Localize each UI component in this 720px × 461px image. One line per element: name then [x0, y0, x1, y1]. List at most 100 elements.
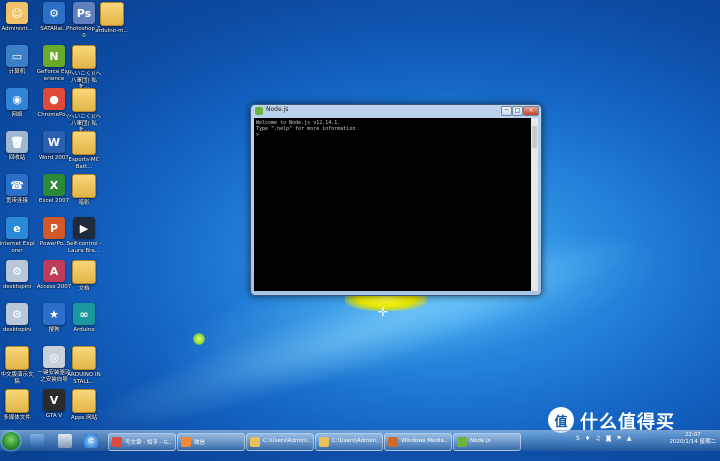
- desktop-icon-glyph: ∞: [73, 303, 95, 325]
- desktop-icon-label: 中文版演示文稿: [0, 372, 34, 385]
- desktop-icon[interactable]: 中文版演示文稿: [0, 346, 35, 385]
- desktop-shortcut-icon[interactable]: [30, 434, 44, 448]
- desktop-icon-label: 文档: [78, 286, 90, 292]
- desktop-icon-glyph: [100, 2, 124, 26]
- desktop-icon-label: Internet Explorer: [0, 241, 35, 254]
- desktop-icon[interactable]: e Internet Explorer: [0, 217, 35, 254]
- desktop-icon-label: arduino-m...: [95, 28, 129, 34]
- desktop-icon-glyph: [72, 88, 96, 112]
- taskbar-app-icon: [250, 437, 260, 447]
- console-output[interactable]: Welcome to Node.js v12.14.1. Type ".help…: [254, 118, 531, 291]
- desktop-icon-glyph: [5, 346, 29, 370]
- desktop-icon-glyph: V: [43, 389, 65, 411]
- desktop-icon-glyph: W: [43, 131, 65, 153]
- desktop-icon-glyph: ☎: [6, 174, 28, 196]
- desktop-icon[interactable]: Apps 网站: [66, 389, 102, 422]
- taskbar-button-label: 微信: [194, 440, 206, 446]
- nodejs-icon: [255, 107, 263, 115]
- desktop-icon-label: desktopini: [2, 284, 32, 290]
- desktop-icon-glyph: X: [43, 174, 65, 196]
- desktop-icon[interactable]: ◉ 网络: [0, 88, 35, 119]
- desktop-icon-glyph: ☺: [6, 2, 28, 24]
- desktop-icon[interactable]: 🗑 回收站: [0, 131, 35, 162]
- tray-icon[interactable]: ⚑: [616, 435, 621, 442]
- desktop-icon[interactable]: ▶ Self-control - Laura Bra...: [66, 217, 102, 254]
- minimize-button[interactable]: ─: [501, 106, 512, 116]
- clock[interactable]: 22:07 2020/1/14 星期二: [670, 432, 716, 446]
- desktop-icon-label: Apps 网站: [70, 415, 98, 421]
- taskbar-button[interactable]: Node.js: [453, 433, 521, 451]
- console-prompt: >: [256, 132, 260, 138]
- desktop-icon-glyph: 🗑: [6, 131, 28, 153]
- taskbar-button-label: C:\Users\Admini...: [332, 438, 379, 444]
- desktop-icon-glyph: ⚙: [6, 303, 28, 325]
- window-titlebar[interactable]: Node.js ─ □ ×: [251, 105, 541, 117]
- taskbar-button-label: Windows Media...: [401, 438, 448, 444]
- tray-icon[interactable]: ◙: [606, 435, 612, 442]
- desktop-icon-glyph: P: [43, 217, 65, 239]
- desktop-icon-glyph: [72, 45, 96, 69]
- taskbar-button[interactable]: Windows Media...: [384, 433, 452, 451]
- desktop-icon[interactable]: ARDUINO INSTALL...: [66, 346, 102, 385]
- internet-explorer-icon[interactable]: e: [84, 434, 98, 448]
- desktop-icon-glyph: ◉: [6, 88, 28, 110]
- desktop-icon-glyph: [72, 389, 96, 413]
- desktop-icon-label: Self-control - Laura Bra...: [66, 241, 102, 254]
- desktop-icon-glyph: ★: [43, 303, 65, 325]
- desktop-icon-glyph: [72, 260, 96, 284]
- desktop-icon[interactable]: ☎ 宽带连接: [0, 174, 35, 205]
- desktop-icon-glyph: [72, 346, 96, 370]
- desktop-icon[interactable]: ☺ Administr...: [0, 2, 35, 33]
- desktop-icon-glyph: [72, 174, 96, 198]
- computer-shortcut-icon[interactable]: [58, 434, 72, 448]
- vertical-scrollbar[interactable]: [531, 118, 538, 291]
- window-title: Node.js: [266, 106, 289, 113]
- scrollbar-thumb[interactable]: [532, 126, 537, 148]
- taskbar-button[interactable]: C:\Users\Admini...: [315, 433, 383, 451]
- maximize-button[interactable]: □: [512, 106, 523, 116]
- taskbar-app-icon: [181, 437, 191, 447]
- desktop-icon[interactable]: (へいこく)(へ八軍団) 私を...: [66, 88, 102, 134]
- desktop-icon-label: Esports-MC Batt...: [68, 157, 100, 170]
- nodejs-window[interactable]: Node.js ─ □ × Welcome to Node.js v12.14.…: [250, 104, 542, 296]
- clock-time: 22:07: [684, 432, 701, 438]
- desktop-icon-glyph: ▶: [73, 217, 95, 239]
- desktop-icon[interactable]: arduino-m...: [94, 2, 130, 35]
- taskbar-button[interactable]: C:\Users\Admini...: [246, 433, 314, 451]
- desktop-icon-glyph: Ps: [73, 2, 95, 24]
- taskbar-button-label: C:\Users\Admini...: [263, 438, 310, 444]
- taskbar: e 写文章 - 知乎 - G... 微信 C:\Users\Admini... C:\…: [0, 430, 720, 451]
- desktop-icon[interactable]: 多媒体文件: [0, 389, 35, 422]
- desktop-icon-glyph: A: [43, 260, 65, 282]
- tray-icon[interactable]: ♫: [595, 435, 600, 442]
- desktop-icon[interactable]: (へいこく)(へ八軍団) 私を...: [66, 45, 102, 91]
- tray-icon[interactable]: ♦: [585, 435, 590, 442]
- desktop-icon[interactable]: ⚙ desktopini: [0, 303, 35, 334]
- desktop-icon-glyph: [72, 131, 96, 155]
- desktop-icon[interactable]: ⚙ desktopini: [0, 260, 35, 291]
- desktop-icon[interactable]: ▭ 计算机: [0, 45, 35, 76]
- desktop-icon-glyph: ⚙: [6, 260, 28, 282]
- desktop-icon-label: 计算机: [8, 69, 26, 75]
- desktop-icon[interactable]: Esports-MC Batt...: [66, 131, 102, 170]
- desktop-icon-label: Arduino: [73, 327, 95, 333]
- taskbar-button-label: 写文章 - 知乎 - G...: [125, 440, 172, 446]
- desktop-icon[interactable]: 暗影: [66, 174, 102, 207]
- tray-icons[interactable]: S ♦ ♫ ◙ ⚑ ▲: [576, 435, 636, 442]
- start-button[interactable]: [2, 432, 20, 450]
- taskbar-button[interactable]: 写文章 - 知乎 - G...: [108, 433, 176, 451]
- desktop-icon-label: 多媒体文件: [3, 415, 31, 421]
- desktop-icon-label: 暗影: [78, 200, 90, 206]
- desktop-icon-label: 网络: [11, 112, 23, 118]
- taskbar-button[interactable]: 微信: [177, 433, 245, 451]
- tray-icon[interactable]: ▲: [627, 435, 632, 442]
- close-button[interactable]: ×: [523, 106, 539, 116]
- desktop-icon[interactable]: 文档: [66, 260, 102, 293]
- taskbar-app-icon: [112, 437, 122, 447]
- desktop-icon-glyph: [5, 389, 29, 413]
- desktop-icon-glyph: ◎: [43, 346, 65, 368]
- desktop-icon[interactable]: ∞ Arduino: [66, 303, 102, 334]
- desktop-icon-label: desktopini: [2, 327, 32, 333]
- taskbar-button-label: Node.js: [470, 438, 491, 444]
- tray-icon[interactable]: S: [576, 435, 580, 442]
